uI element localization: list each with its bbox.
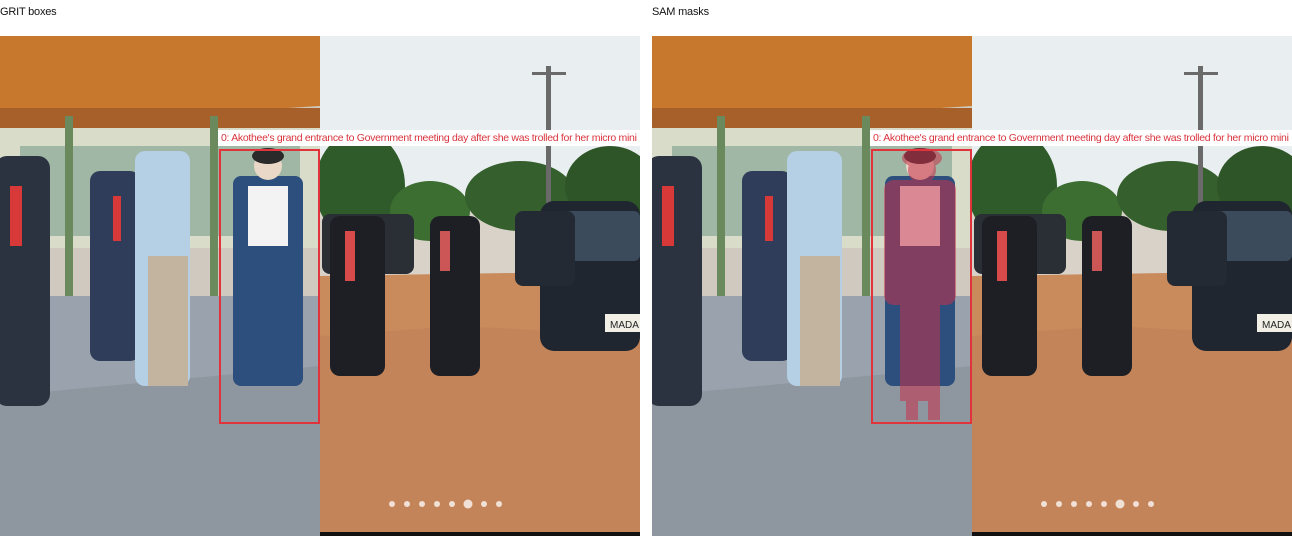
- photo-right: MADA: [652, 36, 1292, 536]
- car-plate-text: MADA: [610, 320, 639, 331]
- detection-label: 0: Akothee's grand entrance to Governmen…: [870, 130, 1292, 146]
- detection-box: [219, 149, 320, 424]
- detection-label: 0: Akothee's grand entrance to Governmen…: [218, 130, 640, 146]
- car-plate-text: MADA: [1262, 320, 1291, 331]
- photo-left: MADA: [0, 36, 640, 536]
- scene-illustration: MADA: [652, 36, 1292, 536]
- panel-title-right: SAM masks: [652, 6, 709, 18]
- detection-box: [871, 149, 972, 424]
- scene-illustration: MADA: [0, 36, 640, 536]
- panel-title-left: GRIT boxes: [0, 6, 57, 18]
